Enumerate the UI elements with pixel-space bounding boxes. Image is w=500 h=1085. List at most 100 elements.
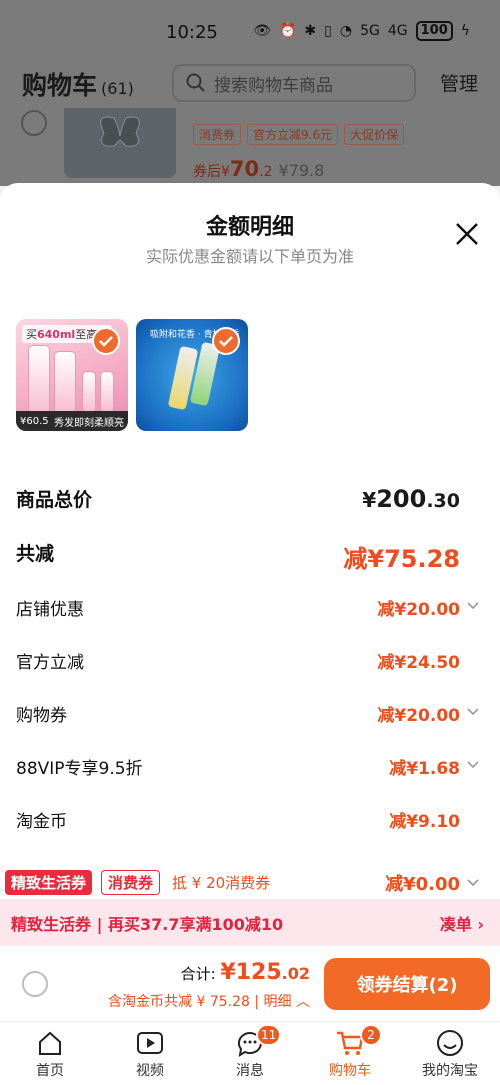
wifi-icon: ◔: [339, 23, 353, 39]
banner-highlight: 640ml: [37, 328, 76, 341]
tab-label: 我的淘宝: [422, 1063, 478, 1079]
coupon-tag-consumer: 消费券: [101, 870, 161, 895]
vibrate-icon: ▯: [324, 23, 332, 39]
checkout-bar: 合计: ¥125.02 含淘金币共减 ¥ 75.28 | 明细 ︿ 领券结算(2…: [0, 945, 500, 1021]
tab-messages[interactable]: 11 消息: [200, 1024, 300, 1084]
discount-label: 官方立减: [16, 653, 84, 673]
total-price-row: 商品总价 ¥200.30: [0, 485, 500, 515]
total-dec: .30: [426, 490, 460, 512]
price-int: 70: [229, 157, 260, 181]
select-all-radio[interactable]: [22, 971, 48, 997]
item-tags: 消费券 官方立减9.6元 大促价保: [193, 124, 405, 145]
product-thumbnail[interactable]: [64, 108, 176, 178]
product-thumb-shampoo[interactable]: 买640ml至高得 ¥60.5 秀发即刻柔顺亮: [16, 319, 128, 431]
discount-value: 减¥1.68: [389, 759, 460, 779]
discount-row-88vip[interactable]: 88VIP专享9.5折 减¥1.68: [0, 754, 500, 784]
bluetooth-icon: ✱: [304, 23, 317, 39]
tab-label: 首页: [36, 1063, 64, 1079]
alarm-icon: ⏰: [278, 23, 297, 39]
discount-row-coins: 淘金币 减¥9.10: [0, 807, 500, 837]
total-reduced-label: 共减: [16, 543, 55, 565]
discount-value: 减¥20.00: [377, 706, 460, 726]
search-input[interactable]: 搜索购物车商品: [172, 64, 416, 102]
total-price-label: 商品总价: [16, 489, 93, 511]
item-price: 券后¥70.2 ¥79.8: [193, 157, 324, 181]
sheet-subtitle: 实际优惠金额请以下单页为准: [145, 247, 354, 266]
thumb-footer-text: 秀发即刻柔顺亮: [54, 417, 124, 429]
promo-bar[interactable]: 精致生活券 | 再买37.7享满100减10 凑单 ›: [0, 899, 500, 945]
tab-cart[interactable]: 2 购物车: [300, 1024, 400, 1084]
total-reduced-row: 共减 减¥75.28: [0, 539, 500, 573]
amount-detail-sheet: 金额明细 实际优惠金额请以下单页为准 买640ml至高得 ¥60.5 秀发即刻柔顺…: [0, 183, 500, 899]
banner-pre: 买: [26, 328, 37, 341]
page-title: 购物车 (61): [22, 66, 134, 102]
total-reduced-value: 减¥75.28: [343, 545, 460, 573]
discount-label: 购物券: [16, 706, 67, 726]
discount-row-coupon[interactable]: 购物券 减¥20.00: [0, 701, 500, 731]
thumb-footer: ¥60.5 秀发即刻柔顺亮: [16, 411, 128, 431]
add-items-link[interactable]: 凑单 ›: [440, 911, 484, 935]
currency: ¥: [362, 488, 377, 512]
eye-icon: 👁: [253, 23, 271, 39]
cart-count: (61): [101, 79, 134, 98]
details-text: 含淘金币共减 ¥ 75.28 | 明细: [108, 994, 292, 1010]
checkout-total: 合计: ¥125.02: [181, 960, 310, 985]
total-amount: ¥125: [220, 960, 282, 985]
promo-text: 精致生活券 | 再买37.7享满100减10: [11, 915, 284, 934]
tab-video[interactable]: 视频: [100, 1028, 200, 1084]
battery-icon: 100: [415, 21, 453, 41]
add-items-label: 凑单: [439, 915, 472, 934]
close-icon[interactable]: [454, 221, 480, 247]
orig-price: ¥79.8: [278, 161, 325, 180]
total-amount-dec: .02: [281, 964, 310, 983]
search-icon: [186, 73, 205, 92]
details-toggle[interactable]: 含淘金币共减 ¥ 75.28 | 明细 ︿: [108, 991, 310, 1011]
tab-label: 消息: [236, 1063, 264, 1079]
discount-value: 减¥24.50: [377, 653, 460, 673]
profile-face-icon: [437, 1030, 463, 1056]
selected-check-icon: [92, 327, 120, 355]
chevron-up-icon: ︿: [296, 994, 310, 1010]
discount-label: 88VIP专享9.5折: [16, 759, 143, 779]
shampoo-bottle: [28, 345, 50, 415]
item-tag: 官方立减9.6元: [247, 124, 339, 145]
total-label: 合计:: [180, 965, 221, 983]
mini-bottle: [100, 371, 114, 413]
tab-label: 购物车: [329, 1063, 371, 1079]
total-price-value: ¥200.30: [362, 485, 460, 513]
product-thumb-toothpaste[interactable]: 吸附和花香 · 青柠花香: [136, 319, 248, 431]
thumb-footer-price: ¥60.5: [20, 415, 49, 427]
tab-home[interactable]: 首页: [0, 1028, 100, 1084]
signal-4g: 4G: [387, 23, 408, 39]
search-placeholder: 搜索购物车商品: [214, 75, 333, 96]
discount-row-shop[interactable]: 店铺优惠 减¥20.00: [0, 595, 500, 625]
manage-button[interactable]: 管理: [440, 69, 478, 96]
checkout-button[interactable]: 领券结算(2): [324, 958, 490, 1010]
coupon-tag-lifestyle: 精致生活券: [5, 870, 93, 895]
tab-my-taobao[interactable]: 我的淘宝: [400, 1028, 500, 1084]
signal-5g: 5G: [360, 23, 380, 39]
chevron-right-icon: ›: [477, 915, 484, 934]
chevron-down-icon: [467, 761, 479, 769]
video-icon: [137, 1032, 163, 1054]
conditioner-tube: [54, 351, 76, 415]
charging-icon: ϟ: [460, 23, 470, 39]
total-int: 200: [376, 485, 427, 513]
product-thumbnails: 买640ml至高得 ¥60.5 秀发即刻柔顺亮 吸附和花香 · 青柠花香: [16, 319, 248, 431]
discount-value: 减¥9.10: [389, 812, 460, 832]
chevron-down-icon: [467, 602, 479, 610]
item-tag: 大促价保: [344, 124, 405, 145]
coupon-desc: 抵 ¥ 20消费券: [172, 874, 271, 892]
price-prefix: 券后¥: [193, 164, 230, 180]
background-cart-item: 消费券 官方立减9.6元 大促价保 券后¥70.2 ¥79.8: [0, 108, 500, 186]
coupon-row[interactable]: 精致生活券 消费券 抵 ¥ 20消费券 减¥0.00: [0, 868, 500, 898]
mini-bottle: [82, 371, 96, 413]
discount-label: 店铺优惠: [16, 600, 84, 620]
item-select-radio[interactable]: [21, 110, 47, 136]
cart-badge: 2: [360, 1024, 382, 1046]
home-icon: [39, 1031, 61, 1055]
messages-badge: 11: [256, 1024, 282, 1046]
butterfly-shirt-image: [100, 116, 140, 147]
tab-label: 视频: [136, 1063, 164, 1079]
status-bar: 10:25 👁 ⏰ ✱ ▯ ◔ 5G 4G 100 ϟ: [0, 0, 500, 64]
